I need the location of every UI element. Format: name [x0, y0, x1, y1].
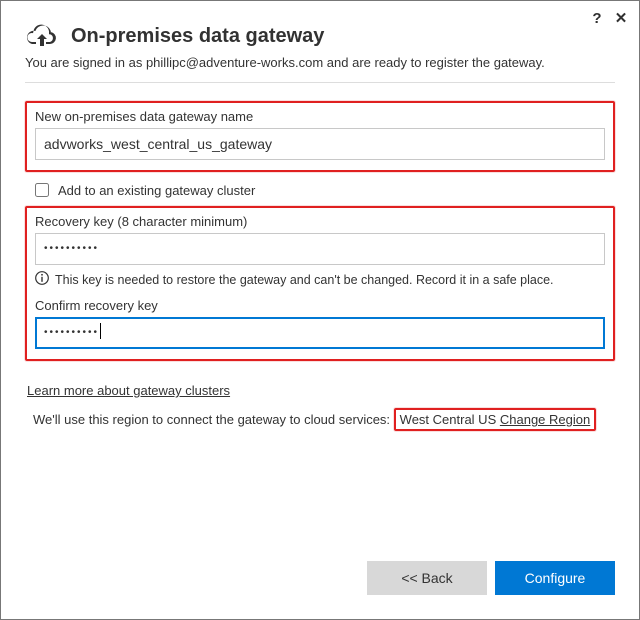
recovery-key-section: Recovery key (8 character minimum) •••••… — [25, 206, 615, 361]
button-row: << Back Configure — [367, 561, 615, 595]
configure-button[interactable]: Configure — [495, 561, 615, 595]
page-title: On-premises data gateway — [71, 25, 324, 48]
confirm-recovery-label: Confirm recovery key — [35, 298, 605, 313]
divider — [25, 82, 615, 83]
cluster-checkbox-row[interactable]: Add to an existing gateway cluster — [31, 180, 615, 200]
gateway-name-label: New on-premises data gateway name — [35, 109, 605, 124]
change-region-link[interactable]: Change Region — [500, 412, 590, 427]
close-icon[interactable]: ✕ — [613, 9, 629, 27]
region-name: West Central US — [400, 412, 497, 427]
learn-more-link[interactable]: Learn more about gateway clusters — [27, 383, 230, 398]
back-button[interactable]: << Back — [367, 561, 487, 595]
help-icon[interactable]: ? — [589, 10, 605, 27]
recovery-key-label: Recovery key (8 character minimum) — [35, 214, 605, 229]
recovery-key-info: This key is needed to restore the gatewa… — [35, 271, 605, 288]
gateway-name-input[interactable] — [35, 128, 605, 160]
gateway-name-section: New on-premises data gateway name — [25, 101, 615, 172]
region-highlight: West Central US Change Region — [394, 408, 597, 431]
confirm-recovery-input[interactable]: •••••••••• — [35, 317, 605, 349]
signin-line: You are signed in as phillipc@adventure-… — [25, 55, 615, 70]
info-icon — [35, 271, 49, 288]
region-line: We'll use this region to connect the gat… — [33, 408, 615, 431]
recovery-key-input[interactable]: •••••••••• — [35, 233, 605, 265]
cluster-checkbox-label: Add to an existing gateway cluster — [58, 183, 255, 198]
cluster-checkbox[interactable] — [35, 183, 49, 197]
title-row: On-premises data gateway — [25, 23, 615, 49]
cloud-upload-icon — [25, 23, 59, 49]
